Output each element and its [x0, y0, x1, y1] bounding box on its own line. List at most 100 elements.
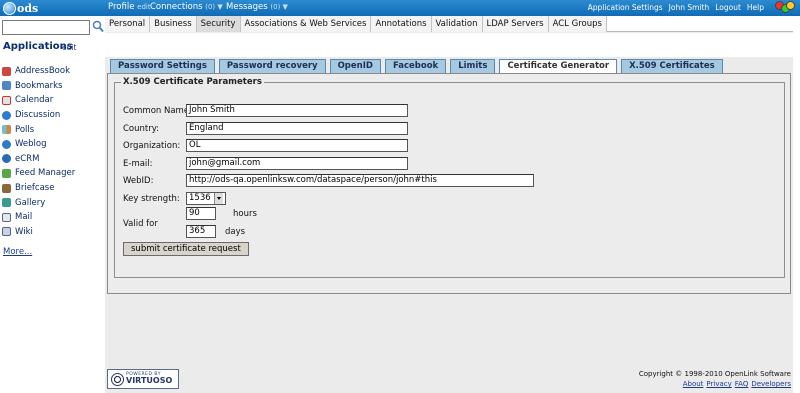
tab-associations[interactable]: Associations & Web Services	[240, 16, 372, 32]
sidebar-item-label[interactable]: Weblog	[15, 139, 47, 149]
tab-limits[interactable]: Limits	[450, 59, 496, 73]
search-icon[interactable]	[92, 20, 104, 33]
top-bar: ods Profile edit Connections (0) ▼ Messa…	[0, 0, 800, 16]
valid-hours-field[interactable]: 90	[186, 207, 216, 220]
applications-edit-link[interactable]: edit	[62, 43, 76, 52]
tab-security[interactable]: Security	[196, 16, 241, 32]
tab-openid[interactable]: OpenID	[329, 59, 381, 73]
virtuoso-logo-icon	[111, 372, 124, 386]
valid-days-field[interactable]: 365	[186, 225, 216, 238]
sidebar-item-label[interactable]: Bookmarks	[15, 81, 63, 91]
application-settings-link[interactable]: Application Settings	[588, 3, 663, 12]
connections-label[interactable]: Connections	[150, 2, 203, 12]
sidebar-item-label[interactable]: Calendar	[15, 95, 53, 105]
tab-password-recovery[interactable]: Password recovery	[218, 59, 326, 73]
addressbook-icon	[2, 66, 11, 76]
gallery-icon	[2, 198, 11, 208]
sidebar-item-mail[interactable]: Mail	[2, 210, 75, 225]
tab-spacer	[105, 33, 793, 57]
profile-label[interactable]: Profile	[108, 2, 134, 12]
help-link[interactable]: Help	[747, 3, 764, 12]
user-avatar-icon[interactable]	[774, 1, 796, 15]
developers-link[interactable]: Developers	[751, 379, 791, 389]
briefcase-icon	[2, 183, 11, 193]
sidebar-item-calendar[interactable]: Calendar	[2, 93, 75, 108]
connections-count[interactable]: (0) ▼	[205, 3, 223, 11]
ods-logo-icon	[3, 1, 16, 15]
fieldset-legend: X.509 Certificate Parameters	[121, 77, 264, 87]
polls-icon	[2, 125, 11, 135]
tab-password-settings[interactable]: Password Settings	[110, 59, 215, 73]
chevron-down-icon	[213, 193, 223, 204]
page-edge	[793, 16, 800, 393]
user-name-link[interactable]: John Smith	[669, 3, 710, 12]
applications-list: AddressBook Bookmarks Calendar Discussio…	[2, 64, 75, 239]
security-tabs: Password Settings Password recovery Open…	[110, 59, 723, 73]
sidebar-item-bookmarks[interactable]: Bookmarks	[2, 79, 75, 94]
sidebar-item-feed-manager[interactable]: Feed Manager	[2, 166, 75, 181]
tab-facebook[interactable]: Facebook	[384, 59, 447, 73]
organization-label: Organization:	[123, 141, 181, 151]
tab-acl-groups[interactable]: ACL Groups	[548, 16, 607, 32]
sidebar-item-label[interactable]: Discussion	[15, 110, 60, 120]
sidebar-item-weblog[interactable]: Weblog	[2, 137, 75, 152]
sidebar-item-label[interactable]: eCRM	[15, 154, 39, 164]
sidebar-item-polls[interactable]: Polls	[2, 122, 75, 137]
sidebar-item-addressbook[interactable]: AddressBook	[2, 64, 75, 79]
sidebar-item-label[interactable]: AddressBook	[15, 66, 70, 76]
connections-menu[interactable]: Connections (0) ▼	[150, 2, 223, 12]
submit-certificate-request-button[interactable]: submit certificate request	[123, 242, 249, 256]
hours-unit-label: hours	[233, 209, 257, 219]
sidebar-item-label[interactable]: Briefcase	[15, 183, 54, 193]
organization-field[interactable]: OL	[186, 139, 408, 152]
email-field[interactable]: john@gmail.com	[186, 157, 408, 170]
more-applications-link[interactable]: More...	[3, 247, 32, 257]
key-strength-value: 1536	[189, 193, 211, 203]
bookmarks-icon	[2, 81, 11, 91]
logo-text: ods	[17, 1, 39, 15]
about-link[interactable]: About	[683, 379, 704, 389]
tab-certificate-generator[interactable]: Certificate Generator	[499, 59, 618, 73]
tab-validation[interactable]: Validation	[431, 16, 483, 32]
feed-icon	[2, 168, 11, 178]
sidebar-item-label[interactable]: Polls	[15, 125, 34, 135]
sidebar-item-label[interactable]: Mail	[15, 212, 32, 222]
sidebar-item-ecrm[interactable]: eCRM	[2, 152, 75, 167]
valid-for-label: Valid for	[123, 219, 158, 229]
country-label: Country:	[123, 124, 160, 134]
tab-ldap-servers[interactable]: LDAP Servers	[482, 16, 549, 32]
weblog-icon	[2, 139, 11, 149]
sidebar-item-label[interactable]: Feed Manager	[15, 168, 75, 178]
webid-field[interactable]: http://ods-qa.openlinksw.com/dataspace/p…	[186, 174, 534, 187]
powered-by-virtuoso-logo[interactable]: POWERED BY VIRTUOSO	[107, 369, 179, 389]
wiki-icon	[2, 227, 11, 237]
sidebar-item-wiki[interactable]: Wiki	[2, 225, 75, 240]
profile-menu[interactable]: Profile edit	[108, 2, 151, 12]
profile-edit-link[interactable]: edit	[137, 3, 150, 11]
messages-label[interactable]: Messages	[226, 2, 268, 12]
search-input[interactable]	[2, 20, 90, 35]
sidebar-item-discussion[interactable]: Discussion	[2, 108, 75, 123]
sidebar-item-gallery[interactable]: Gallery	[2, 195, 75, 210]
days-unit-label: days	[225, 227, 246, 237]
certificate-panel: X.509 Certificate Parameters Common Name…	[107, 73, 791, 294]
common-name-field[interactable]: John Smith	[186, 104, 408, 117]
tab-personal[interactable]: Personal	[105, 16, 151, 32]
webid-label: WebID:	[123, 176, 154, 186]
tab-x509-certificates[interactable]: X.509 Certificates	[621, 59, 723, 73]
sidebar-item-label[interactable]: Gallery	[15, 198, 45, 208]
settings-tabs: Personal Business Security Associations …	[105, 16, 793, 32]
sidebar-item-label[interactable]: Wiki	[15, 227, 33, 237]
privacy-link[interactable]: Privacy	[706, 379, 731, 389]
ods-logo[interactable]: ods	[3, 1, 38, 15]
key-strength-select[interactable]: 1536	[186, 192, 226, 205]
messages-count[interactable]: (0) ▼	[270, 3, 288, 11]
tab-annotations[interactable]: Annotations	[371, 16, 432, 32]
tab-business[interactable]: Business	[150, 16, 197, 32]
messages-menu[interactable]: Messages (0) ▼	[226, 2, 288, 12]
country-field[interactable]: England	[186, 122, 408, 135]
faq-link[interactable]: FAQ	[735, 379, 749, 389]
common-name-label: Common Name:	[123, 106, 192, 116]
logout-link[interactable]: Logout	[715, 3, 741, 12]
sidebar-item-briefcase[interactable]: Briefcase	[2, 181, 75, 196]
